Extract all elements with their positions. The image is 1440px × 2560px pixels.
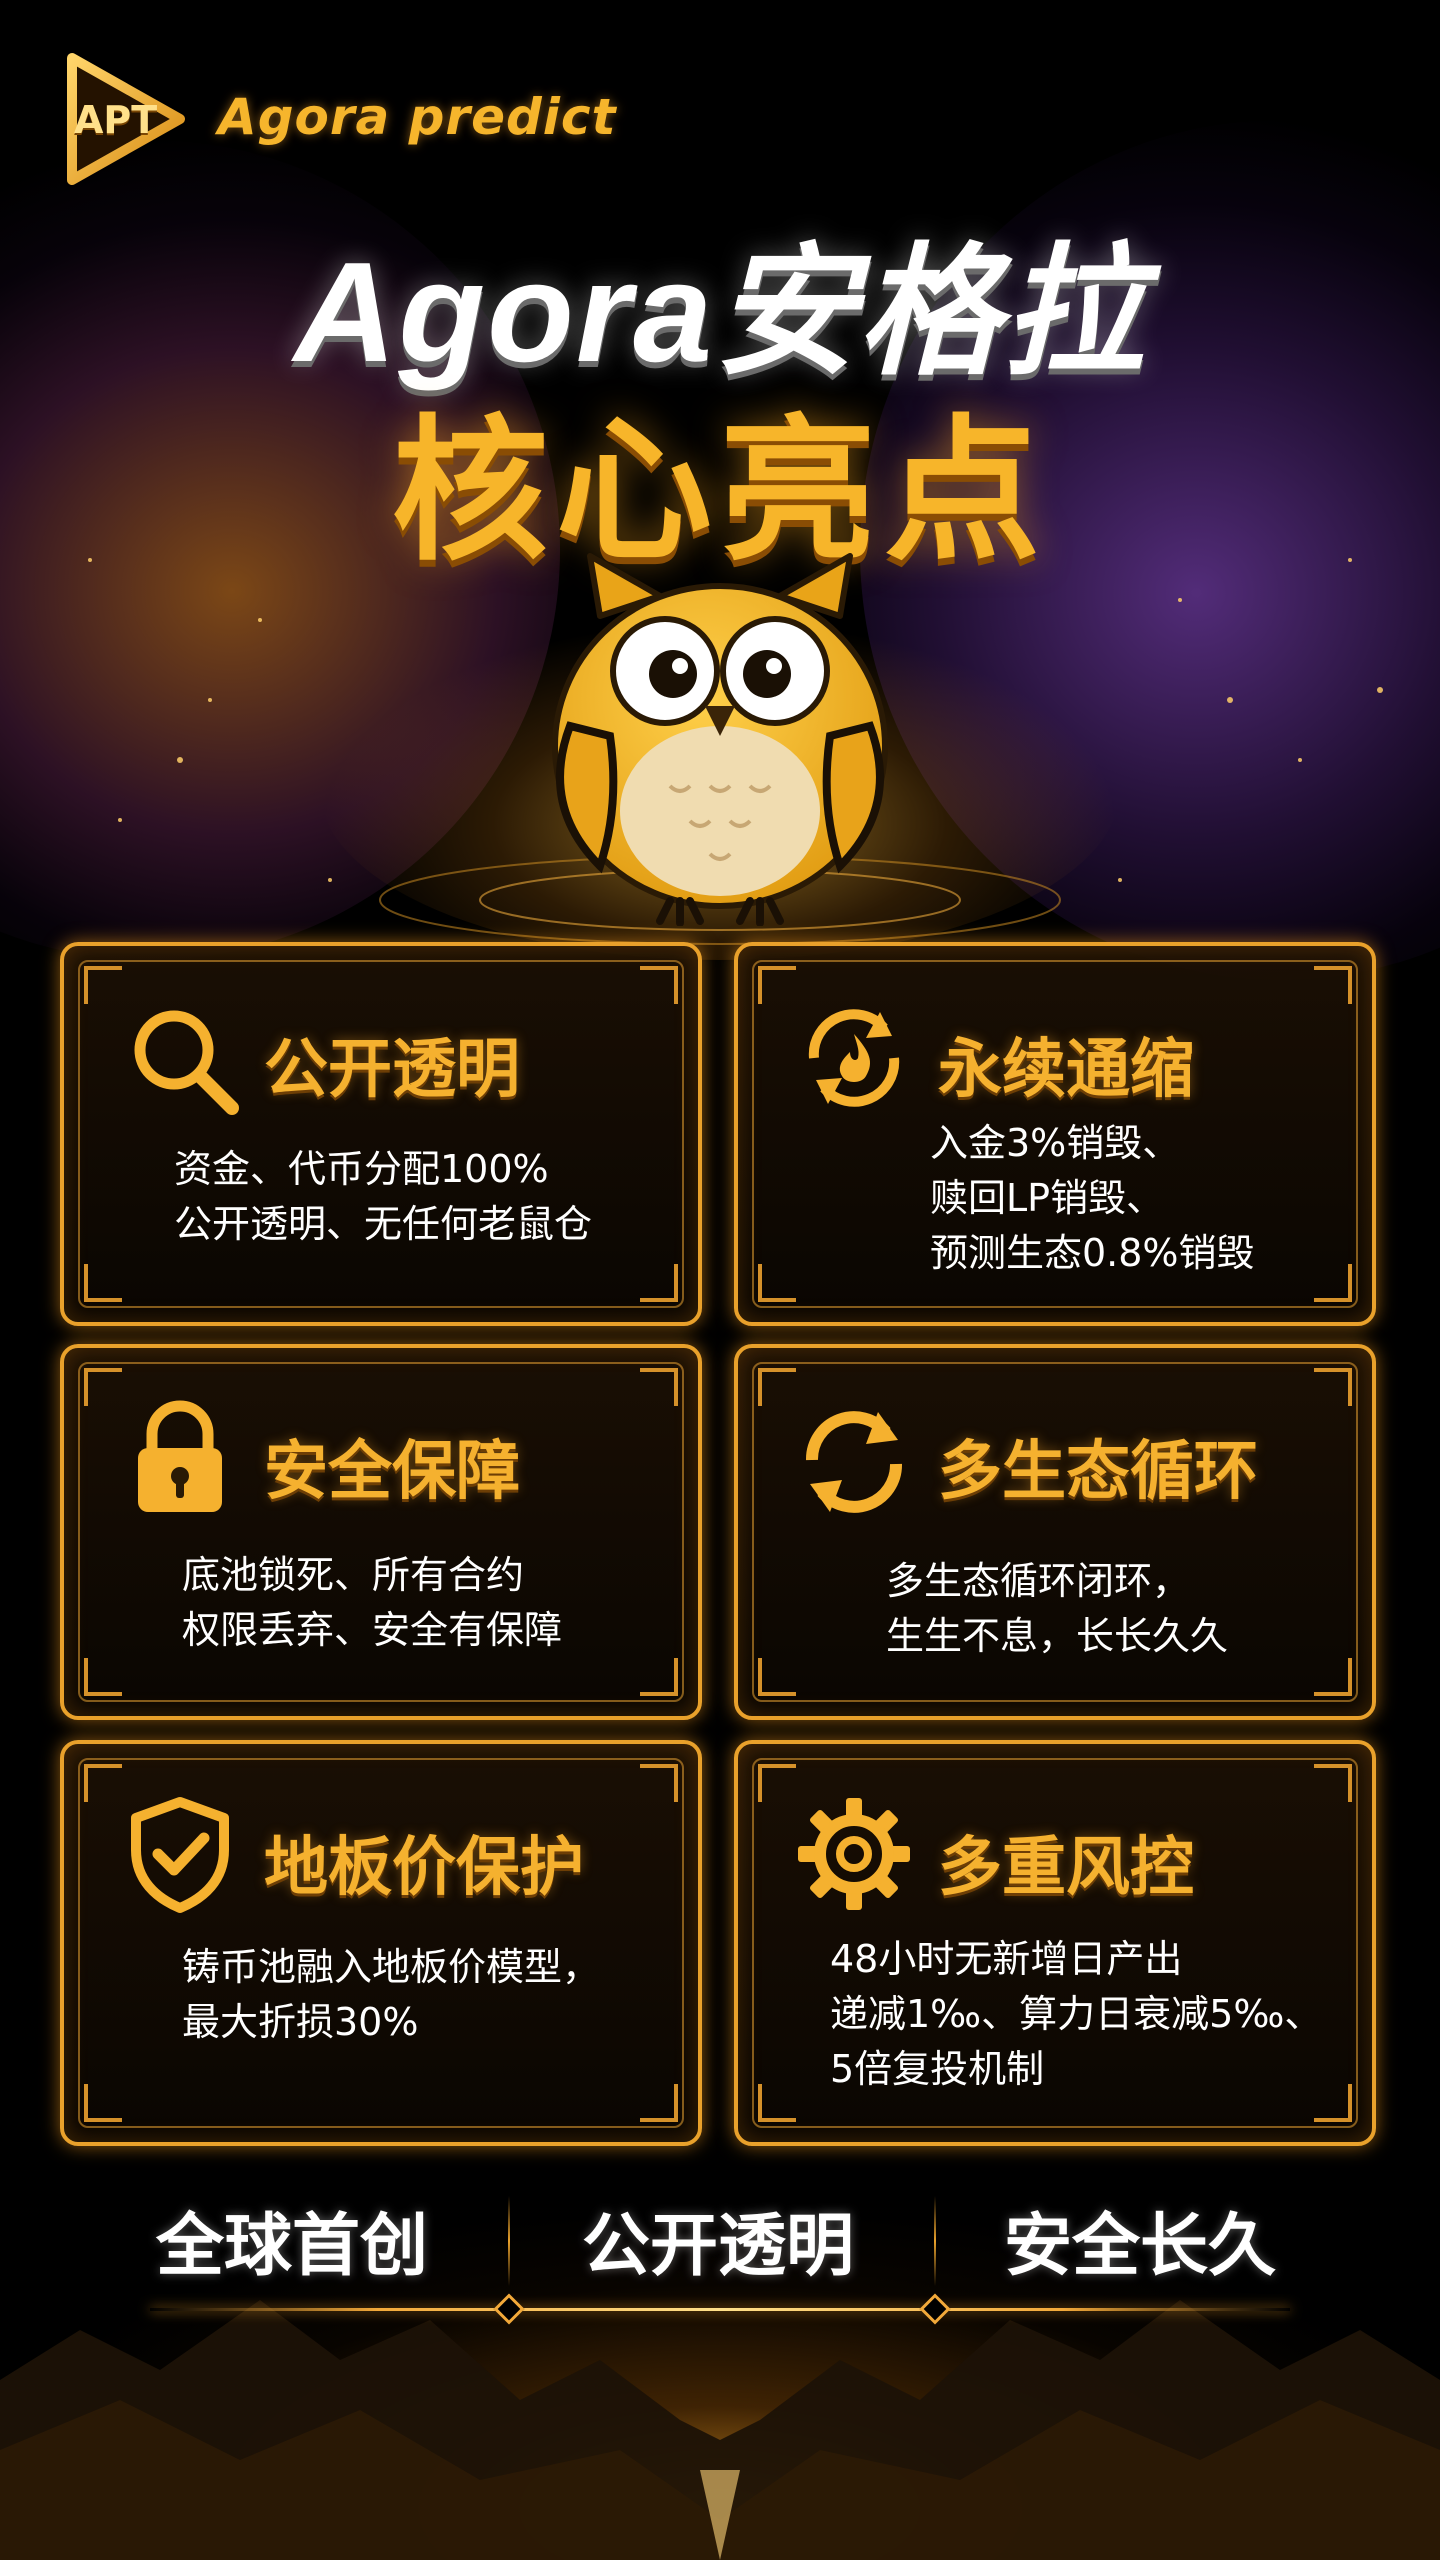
- card-line: 铸币池融入地板价模型，: [182, 1945, 601, 1989]
- card-title: 安全保障: [264, 1435, 520, 1509]
- shield-check-icon: [131, 1797, 229, 1913]
- gold-divider-line: [150, 2308, 1290, 2311]
- slogan-third: 安全长久: [1004, 2207, 1277, 2286]
- slogan-divider: [508, 2196, 510, 2286]
- magnifier-icon: [134, 1010, 239, 1115]
- card-line: 入金3%销毁、: [930, 1121, 1181, 1165]
- owl-mascot-icon: [552, 553, 888, 926]
- card-line: 5倍复投机制: [830, 2047, 1045, 2091]
- fire-cycle-icon: [808, 1009, 900, 1107]
- refresh-cycle-icon: [805, 1411, 903, 1513]
- card-line: 48小时无新增日产出: [830, 1937, 1183, 1981]
- slogan-first: 全球首创: [156, 2207, 429, 2286]
- feature-card-ecosystem: 多生态循环 多生态循环闭环， 生生不息，长长久久: [734, 1344, 1376, 1720]
- card-line: 预测生态0.8%销毁: [930, 1231, 1255, 1275]
- card-line: 赎回LP销毁、: [930, 1176, 1165, 1220]
- lock-icon: [138, 1400, 222, 1512]
- feature-card-floor-price: 地板价保护 铸币池融入地板价模型， 最大折损30%: [60, 1740, 702, 2146]
- card-line: 底池锁死、所有合约: [182, 1553, 525, 1597]
- feature-card-deflation: 永续通缩 入金3%销毁、 赎回LP销毁、 预测生态0.8%销毁: [734, 942, 1376, 1326]
- card-line: 生生不息，长长久久: [886, 1614, 1229, 1658]
- card-body: 底池锁死、所有合约 权限丢弃、安全有保障: [182, 1548, 658, 1658]
- feature-card-risk-control: 多重风控 48小时无新增日产出 递减1‰、算力日衰减5‰、 5倍复投机制: [734, 1740, 1376, 2146]
- card-line: 资金、代币分配100%: [174, 1147, 549, 1191]
- card-title: 地板价保护: [264, 1831, 584, 1905]
- card-body: 资金、代币分配100% 公开透明、无任何老鼠仓: [174, 1142, 658, 1252]
- gear-icon: [798, 1798, 910, 1910]
- slogan-divider: [934, 2196, 936, 2286]
- card-body: 铸币池融入地板价模型， 最大折损30%: [182, 1940, 658, 2050]
- card-line: 权限丢弃、安全有保障: [182, 1608, 563, 1652]
- card-title: 公开透明: [264, 1033, 520, 1107]
- card-body: 48小时无新增日产出 递减1‰、算力日衰减5‰、 5倍复投机制: [830, 1932, 1332, 2097]
- feature-card-security: 安全保障 底池锁死、所有合约 权限丢弃、安全有保障: [60, 1344, 702, 1720]
- brand-name: Agora predict: [218, 88, 617, 146]
- card-title: 多生态循环: [938, 1435, 1258, 1509]
- card-line: 最大折损30%: [182, 2000, 419, 2044]
- card-title: 多重风控: [938, 1831, 1194, 1905]
- card-body: 多生态循环闭环， 生生不息，长长久久: [886, 1554, 1332, 1664]
- feature-card-transparency: 公开透明 资金、代币分配100% 公开透明、无任何老鼠仓: [60, 942, 702, 1326]
- card-line: 递减1‰、算力日衰减5‰、: [830, 1992, 1323, 2036]
- card-line: 公开透明、无任何老鼠仓: [174, 1202, 593, 1246]
- card-body: 入金3%销毁、 赎回LP销毁、 预测生态0.8%销毁: [930, 1116, 1332, 1281]
- slogan-second: 公开透明: [582, 2207, 855, 2286]
- logo-badge: APT: [74, 98, 158, 142]
- card-title: 永续通缩: [938, 1033, 1194, 1107]
- card-line: 多生态循环闭环，: [886, 1559, 1191, 1603]
